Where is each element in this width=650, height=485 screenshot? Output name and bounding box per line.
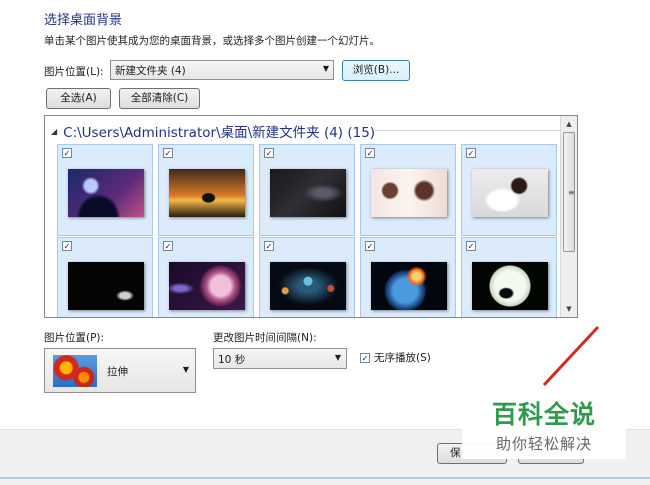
select-all-button[interactable]: 全选(A) — [46, 88, 111, 109]
wallpaper-tile[interactable]: ✓ — [461, 237, 557, 317]
vertical-scrollbar[interactable]: ▲ ≡ ▼ — [560, 116, 577, 317]
wallpaper-tile[interactable]: ✓ — [259, 144, 355, 236]
checkbox-checked[interactable]: ✓ — [62, 148, 72, 158]
checkbox-checked[interactable]: ✓ — [365, 148, 375, 158]
checkbox-checked[interactable]: ✓ — [466, 241, 476, 251]
wallpaper-tile[interactable]: ✓ — [360, 237, 456, 317]
gallery-folder-path: C:\Users\Administrator\桌面\新建文件夹 (4) (15) — [63, 125, 376, 141]
wallpaper-thumbnail — [371, 262, 447, 310]
chevron-down-icon: ▼ — [334, 353, 341, 362]
scrollbar-thumb[interactable]: ≡ — [563, 132, 575, 252]
wallpaper-tile[interactable]: ✓ — [158, 144, 254, 236]
wallpaper-thumbnail — [68, 169, 144, 217]
scroll-down-icon[interactable]: ▼ — [561, 301, 577, 317]
wallpaper-tile[interactable]: ✓ — [360, 144, 456, 236]
checkbox-checked[interactable]: ✓ — [163, 148, 173, 158]
wallpaper-thumbnail — [472, 169, 548, 217]
shuffle-label: 无序播放(S) — [374, 352, 431, 364]
wallpaper-thumbnail — [371, 169, 447, 217]
chevron-down-icon: ▼ — [182, 365, 189, 374]
wallpaper-tile[interactable]: ✓ — [57, 237, 153, 317]
wallpaper-tile[interactable]: ✓ — [158, 237, 254, 317]
shuffle-checkbox[interactable]: ✓ — [360, 352, 370, 363]
footer-divider — [0, 477, 650, 479]
watermark: 百科全说 助你轻松解决 — [462, 387, 626, 459]
watermark-subtitle: 助你轻松解决 — [495, 435, 592, 453]
checkbox-checked[interactable]: ✓ — [264, 148, 274, 158]
gallery-header-divider — [375, 130, 560, 131]
location-select[interactable]: 新建文件夹 (4) ▼ — [110, 60, 334, 80]
watermark-title: 百科全说 — [491, 400, 596, 429]
interval-select[interactable]: 10 秒 ▼ — [213, 348, 347, 369]
wallpaper-thumbnail — [270, 169, 346, 217]
grip-icon: ≡ — [568, 188, 575, 197]
wallpaper-tile[interactable]: ✓ — [57, 144, 153, 236]
page-title: 选择桌面背景 — [44, 13, 123, 28]
wallpaper-thumbnail — [169, 169, 245, 217]
wallpaper-thumbnail — [472, 262, 548, 310]
wallpaper-gallery[interactable]: ◢ C:\Users\Administrator\桌面\新建文件夹 (4) (1… — [44, 115, 578, 318]
wallpaper-thumbnail — [68, 262, 144, 310]
collapse-triangle-icon: ◢ — [51, 126, 58, 136]
flower-preview-icon — [53, 355, 97, 387]
gallery-group-header[interactable]: ◢ C:\Users\Administrator\桌面\新建文件夹 (4) (1… — [51, 121, 375, 141]
checkbox-checked[interactable]: ✓ — [62, 241, 72, 251]
wallpaper-thumbnail — [169, 262, 245, 310]
scroll-up-icon[interactable]: ▲ — [561, 116, 577, 132]
picture-position-label: 图片位置(P): — [44, 332, 105, 344]
wallpaper-thumbnail — [270, 262, 346, 310]
location-label: 图片位置(L): — [44, 66, 104, 78]
clear-all-button[interactable]: 全部清除(C) — [119, 88, 200, 109]
browse-button[interactable]: 浏览(B)... — [342, 60, 410, 81]
checkbox-checked[interactable]: ✓ — [163, 241, 173, 251]
chevron-down-icon: ▼ — [322, 64, 329, 73]
checkbox-checked[interactable]: ✓ — [466, 148, 476, 158]
picture-position-value: 拉伸 — [107, 366, 128, 378]
shuffle-option[interactable]: ✓ 无序播放(S) — [360, 350, 431, 365]
interval-value: 10 秒 — [218, 354, 246, 366]
page-subtitle: 单击某个图片使其成为您的桌面背景，或选择多个图片创建一个幻灯片。 — [44, 35, 380, 47]
checkbox-checked[interactable]: ✓ — [365, 241, 375, 251]
location-select-value: 新建文件夹 (4) — [115, 65, 186, 77]
wallpaper-tile[interactable]: ✓ — [461, 144, 557, 236]
wallpaper-tile[interactable]: ✓ — [259, 237, 355, 317]
checkbox-checked[interactable]: ✓ — [264, 241, 274, 251]
interval-label: 更改图片时间间隔(N): — [213, 332, 317, 344]
picture-position-select[interactable]: 拉伸 ▼ — [44, 348, 196, 393]
red-annotation-line — [542, 325, 600, 387]
